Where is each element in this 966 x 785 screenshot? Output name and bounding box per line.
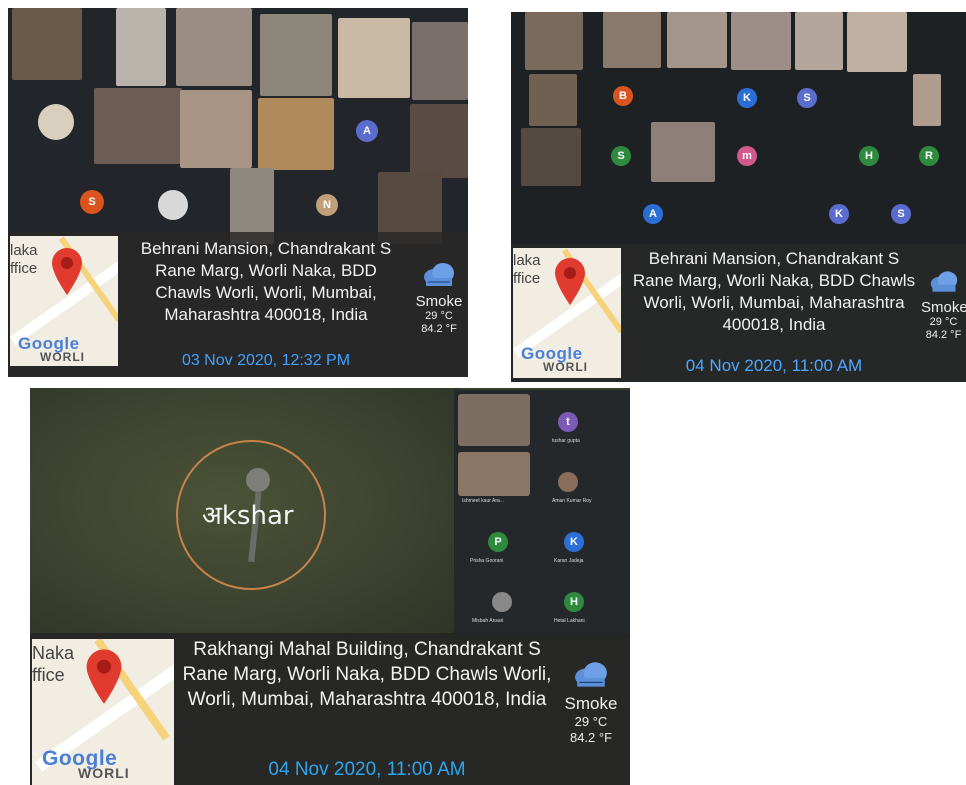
participant-name: Ishmeet kaur Ara... xyxy=(462,498,504,504)
avatar: K xyxy=(829,204,849,224)
temp-fahrenheit: 84.2 °F xyxy=(569,730,613,745)
video-tile xyxy=(847,12,907,72)
avatar: S xyxy=(80,190,104,214)
address-text: Behrani Mansion, Chandrakant S Rane Marg… xyxy=(632,249,916,334)
weather-condition: Smoke xyxy=(564,694,618,713)
temp-celsius: 29 °C xyxy=(929,316,958,328)
map-label: laka xyxy=(10,242,38,259)
map-thumbnail: laka ffice Google WORLI xyxy=(513,248,621,378)
video-tile xyxy=(795,12,843,70)
video-tile xyxy=(260,14,332,96)
weather-widget: Smoke 29 °C 84.2 °F xyxy=(558,661,624,746)
participant-panel: t tushar gupta Ishmeet kaur Ara... Aman … xyxy=(454,390,630,638)
participant-name: Aman Kumar Roy xyxy=(552,498,592,504)
participant-name: Misbah Ansari xyxy=(472,618,504,624)
datetime-text: 03 Nov 2020, 12:32 PM xyxy=(181,352,351,369)
video-tile xyxy=(525,12,583,70)
speaker-name: अkshar xyxy=(202,501,294,531)
avatar: m xyxy=(737,146,757,166)
video-tile xyxy=(458,452,530,496)
avatar: N xyxy=(316,194,338,216)
datetime-text: 04 Nov 2020, 11:00 AM xyxy=(685,356,863,375)
avatar xyxy=(558,472,578,492)
video-tile xyxy=(38,104,74,140)
avatar: H xyxy=(564,592,584,612)
temp-fahrenheit: 84.2 °F xyxy=(421,323,457,335)
map-thumbnail: laka ffice Google WORLI xyxy=(10,236,118,366)
location-pin-icon xyxy=(86,649,122,704)
datetime-text: 04 Nov 2020, 11:00 AM xyxy=(268,759,466,780)
avatar xyxy=(492,592,512,612)
avatar: P xyxy=(488,532,508,552)
map-place: WORLI xyxy=(543,360,588,374)
map-label: ffice xyxy=(10,260,38,277)
video-tile xyxy=(667,12,727,68)
meeting-photo-3: अkshar t tushar gupta Ishmeet kaur Ara..… xyxy=(30,388,630,785)
video-tile xyxy=(176,8,252,86)
map-place: WORLI xyxy=(78,765,130,781)
weather-widget: Smoke 29 °C 84.2 °F xyxy=(410,262,468,336)
temp-fahrenheit: 84.2 °F xyxy=(925,329,962,341)
video-tile xyxy=(521,128,581,186)
video-tile xyxy=(410,104,468,178)
video-tile xyxy=(116,8,166,86)
location-pin-icon xyxy=(52,248,82,295)
video-tile xyxy=(94,88,182,164)
map-label: ffice xyxy=(513,270,541,287)
cloud-icon xyxy=(930,271,957,292)
cloud-icon xyxy=(424,263,454,286)
avatar: A xyxy=(643,204,663,224)
avatar: H xyxy=(859,146,879,166)
avatar: t xyxy=(558,412,578,432)
weather-condition: Smoke xyxy=(415,293,463,310)
video-tile xyxy=(158,190,188,220)
avatar: R xyxy=(919,146,939,166)
map-label: laka xyxy=(513,252,541,269)
map-place: WORLI xyxy=(40,350,85,364)
avatar: B xyxy=(613,86,633,106)
video-tile xyxy=(913,74,941,126)
avatar: K xyxy=(737,88,757,108)
video-tile xyxy=(412,22,468,100)
video-tile xyxy=(731,12,791,70)
video-tile xyxy=(651,122,715,182)
participant-name: Karan Jadeja xyxy=(554,558,584,564)
avatar: K xyxy=(564,532,584,552)
address-text: Rakhangi Mahal Building, Chandrakant S R… xyxy=(182,639,552,710)
weather-condition: Smoke xyxy=(921,299,966,316)
participant-name: tushar gupta xyxy=(552,438,580,444)
video-tile xyxy=(529,74,577,126)
avatar: S xyxy=(891,204,911,224)
participant-name: Hetal Lakhani xyxy=(554,618,585,624)
video-tile xyxy=(458,394,530,446)
meeting-photo-1: A S N laka ffice Google WORLI Behrani Ma… xyxy=(8,8,468,377)
video-tile xyxy=(338,18,410,98)
video-tile xyxy=(258,98,334,170)
avatar: A xyxy=(356,120,378,142)
geotag-stamp: laka ffice Google WORLI Behrani Mansion,… xyxy=(511,244,966,382)
avatar: S xyxy=(797,88,817,108)
participant-name: Prisha Goorani xyxy=(470,558,504,564)
avatar: S xyxy=(611,146,631,166)
address-text: Behrani Mansion, Chandrakant S Rane Marg… xyxy=(140,239,392,324)
meeting-photo-2: B K S S m H R A K S laka ffice Google WO… xyxy=(511,12,966,382)
geotag-stamp: Naka ffice Google WORLI Rakhangi Mahal B… xyxy=(30,633,630,785)
video-tile xyxy=(603,12,661,68)
temp-celsius: 29 °C xyxy=(574,714,608,729)
map-label: ffice xyxy=(32,665,65,685)
cloud-icon xyxy=(575,662,607,687)
video-tile xyxy=(12,8,82,80)
map-label: Naka xyxy=(32,643,75,663)
location-pin-icon xyxy=(555,258,585,305)
weather-widget: Smoke 29 °C 84.2 °F xyxy=(921,270,966,342)
video-tile xyxy=(180,90,252,168)
map-thumbnail: Naka ffice Google WORLI xyxy=(32,639,174,785)
temp-celsius: 29 °C xyxy=(425,310,453,322)
geotag-stamp: laka ffice Google WORLI Behrani Mansion,… xyxy=(8,232,468,377)
